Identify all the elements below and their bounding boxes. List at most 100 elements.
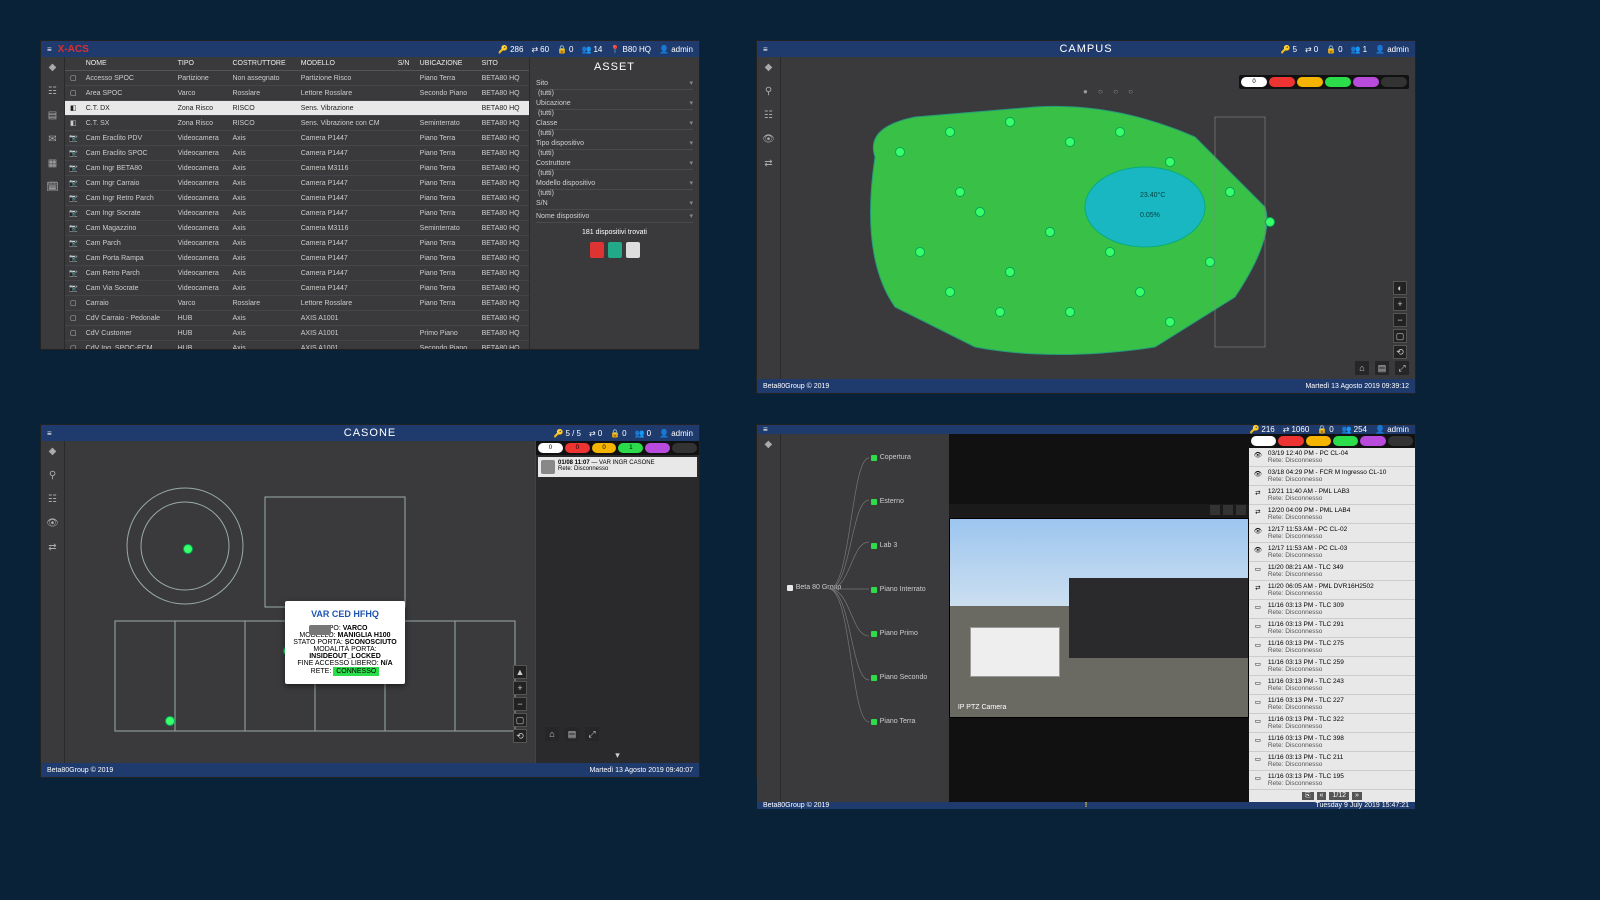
asset-table-wrap[interactable]: NOMETIPOCOSTRUTTOREMODELLOS/NUBICAZIONES… bbox=[65, 57, 529, 349]
device-dot[interactable] bbox=[955, 187, 965, 197]
table-row[interactable]: ◧ C.T. DXZona RiscoRISCOSens. Vibrazione… bbox=[65, 101, 529, 116]
col-header[interactable]: S/N bbox=[394, 57, 416, 71]
device-dot[interactable] bbox=[1045, 227, 1055, 237]
table-row[interactable]: ▢ CarraioVarcoRosslareLettore RosslarePi… bbox=[65, 296, 529, 311]
zoom-reset[interactable]: ⟲ bbox=[513, 729, 527, 743]
chevron-down-icon[interactable]: ▾ bbox=[536, 748, 699, 763]
col-header[interactable]: COSTRUTTORE bbox=[228, 57, 296, 71]
stat-share[interactable]: ⇄ 60 bbox=[531, 45, 549, 54]
col-header[interactable]: MODELLO bbox=[297, 57, 394, 71]
log-row[interactable]: ▭11/16 03:13 PM - TLC 243Rete: Disconnes… bbox=[1249, 676, 1415, 695]
log-row[interactable]: 👁03/19 12:40 PM - PC CL-04Rete: Disconne… bbox=[1249, 448, 1415, 467]
export-csv-icon[interactable] bbox=[626, 242, 640, 258]
filter-icon[interactable]: ⎘ bbox=[1302, 792, 1314, 800]
menu-icon[interactable]: ≡ bbox=[763, 425, 768, 434]
filter-row[interactable]: Tipo dispositivo▾ bbox=[536, 137, 693, 150]
log-row[interactable]: 👁12/17 11:53 AM - PC CL-03Rete: Disconne… bbox=[1249, 543, 1415, 562]
logo-icon[interactable]: ◆ bbox=[47, 445, 59, 457]
zoom-out[interactable]: − bbox=[1393, 313, 1407, 327]
max-icon[interactable] bbox=[1223, 505, 1233, 515]
home-icon[interactable]: ⌂ bbox=[1355, 361, 1369, 375]
tree-node[interactable]: Piano Primo bbox=[871, 630, 918, 637]
tree-node[interactable]: Copertura bbox=[871, 454, 911, 461]
table-row[interactable]: 📷 Cam Eraclito SPOCVideocameraAxisCamera… bbox=[65, 146, 529, 161]
device-dot[interactable] bbox=[1225, 187, 1235, 197]
status-pill[interactable] bbox=[1381, 77, 1407, 87]
page-next[interactable]: » bbox=[1352, 792, 1362, 800]
log-row[interactable]: ▭11/16 03:13 PM - TLC 309Rete: Disconnes… bbox=[1249, 600, 1415, 619]
log-row[interactable]: ⇄11/20 06:05 AM - PML DVR16H2502Rete: Di… bbox=[1249, 581, 1415, 600]
status-pill[interactable] bbox=[1251, 436, 1276, 446]
status-pill[interactable] bbox=[1388, 436, 1413, 446]
stat-keys[interactable]: 🔑 5 bbox=[1281, 45, 1297, 54]
device-dot[interactable] bbox=[1205, 257, 1215, 267]
status-pill[interactable] bbox=[1325, 77, 1351, 87]
table-row[interactable]: 📷 Cam Ingr SocrateVideocameraAxisCamera … bbox=[65, 206, 529, 221]
log-row[interactable]: ▭11/16 03:13 PM - TLC 322Rete: Disconnes… bbox=[1249, 714, 1415, 733]
col-header[interactable]: SITO bbox=[478, 57, 529, 71]
layers-icon[interactable]: ▤ bbox=[565, 727, 579, 741]
close-icon[interactable] bbox=[1236, 505, 1246, 515]
status-pill[interactable]: 0 bbox=[565, 443, 590, 453]
status-pill[interactable] bbox=[1360, 436, 1385, 446]
expand-icon[interactable]: ⤢ bbox=[1395, 361, 1409, 375]
menu-icon[interactable]: ≡ bbox=[763, 45, 768, 54]
device-dot[interactable] bbox=[1065, 137, 1075, 147]
device-dot[interactable] bbox=[1115, 127, 1125, 137]
zoom-in[interactable]: + bbox=[513, 681, 527, 695]
status-pill[interactable] bbox=[1269, 77, 1295, 87]
log-row[interactable]: ▭11/16 03:13 PM - TLC 275Rete: Disconnes… bbox=[1249, 638, 1415, 657]
zoom-out[interactable]: − bbox=[513, 697, 527, 711]
table-row[interactable]: 📷 Cam Eraclito PDVVideocameraAxisCamera … bbox=[65, 131, 529, 146]
export-pdf-icon[interactable] bbox=[590, 242, 604, 258]
table-row[interactable]: 📷 Cam Via SocrateVideocameraAxisCamera P… bbox=[65, 281, 529, 296]
log-row[interactable]: ▭11/16 03:13 PM - TLC 211Rete: Disconnes… bbox=[1249, 752, 1415, 771]
filter-row[interactable]: Classe▾ bbox=[536, 117, 693, 130]
table-row[interactable]: 📷 Cam Ingr Retro ParchVideocameraAxisCam… bbox=[65, 191, 529, 206]
log-row[interactable]: ▭11/16 03:13 PM - TLC 227Rete: Disconnes… bbox=[1249, 695, 1415, 714]
device-dot[interactable] bbox=[1065, 307, 1075, 317]
nav-icon[interactable]: ✉ bbox=[47, 133, 59, 145]
col-header[interactable]: TIPO bbox=[174, 57, 229, 71]
min-icon[interactable] bbox=[1210, 505, 1220, 515]
log-row[interactable]: ▭11/20 08:21 AM - TLC 349Rete: Disconnes… bbox=[1249, 562, 1415, 581]
filter-row[interactable]: Modello dispositivo▾ bbox=[536, 177, 693, 190]
filter-row[interactable]: S/N▾ bbox=[536, 197, 693, 210]
menu-icon[interactable]: ≡ bbox=[47, 45, 52, 54]
table-row[interactable]: 📷 Cam Retro ParchVideocameraAxisCamera P… bbox=[65, 266, 529, 281]
page-prev[interactable]: « bbox=[1317, 792, 1327, 800]
filter-row[interactable]: Costruttore▾ bbox=[536, 157, 693, 170]
status-pill[interactable] bbox=[1333, 436, 1358, 446]
status-pill[interactable]: 1 bbox=[618, 443, 643, 453]
user-label[interactable]: 👤 admin bbox=[1375, 45, 1409, 54]
table-row[interactable]: ▢ Accesso SPOCPartizioneNon assegnatoPar… bbox=[65, 71, 529, 86]
device-dot[interactable] bbox=[1165, 157, 1175, 167]
log-row[interactable]: ⇄12/20 04:09 PM - PML LAB4Rete: Disconne… bbox=[1249, 505, 1415, 524]
device-dot[interactable] bbox=[1265, 217, 1275, 227]
logo-icon[interactable]: ◆ bbox=[762, 438, 774, 450]
map-pager-dots[interactable]: ● ○ ○ ○ bbox=[1083, 87, 1137, 96]
device-dot[interactable] bbox=[915, 247, 925, 257]
filter-row[interactable]: Nome dispositivo▾ bbox=[536, 210, 693, 223]
col-header[interactable]: UBICAZIONE bbox=[416, 57, 478, 71]
device-dot[interactable] bbox=[995, 307, 1005, 317]
device-dot[interactable] bbox=[1105, 247, 1115, 257]
campus-map[interactable]: 0 23.40°C 0.05% ◐ + − ▢ ⟲ ⌂ bbox=[805, 57, 1415, 379]
status-pill[interactable]: 0 bbox=[1241, 77, 1267, 87]
status-pill[interactable]: 0 bbox=[538, 443, 563, 453]
status-pill[interactable] bbox=[672, 443, 697, 453]
floorplan[interactable]: VAR CED HFHQ TIPO: VARCOMODELLO: MANIGLI… bbox=[65, 441, 535, 763]
table-row[interactable]: 📷 Cam ParchVideocameraAxisCamera P1447Pi… bbox=[65, 236, 529, 251]
status-pill[interactable] bbox=[645, 443, 670, 453]
status-pill[interactable]: 0 bbox=[592, 443, 617, 453]
status-pill[interactable] bbox=[1278, 436, 1303, 446]
status-pill[interactable] bbox=[1297, 77, 1323, 87]
device-dot[interactable] bbox=[1165, 317, 1175, 327]
device-dot[interactable] bbox=[183, 544, 193, 554]
home-icon[interactable]: ⌂ bbox=[545, 727, 559, 741]
event-log[interactable]: 👁03/19 12:40 PM - PC CL-04Rete: Disconne… bbox=[1249, 434, 1415, 802]
col-header[interactable] bbox=[65, 57, 82, 71]
table-row[interactable]: 📷 Cam Ingr CarraioVideocameraAxisCamera … bbox=[65, 176, 529, 191]
device-dot[interactable] bbox=[1005, 117, 1015, 127]
log-row[interactable]: ▭11/16 03:13 PM - TLC 291Rete: Disconnes… bbox=[1249, 619, 1415, 638]
